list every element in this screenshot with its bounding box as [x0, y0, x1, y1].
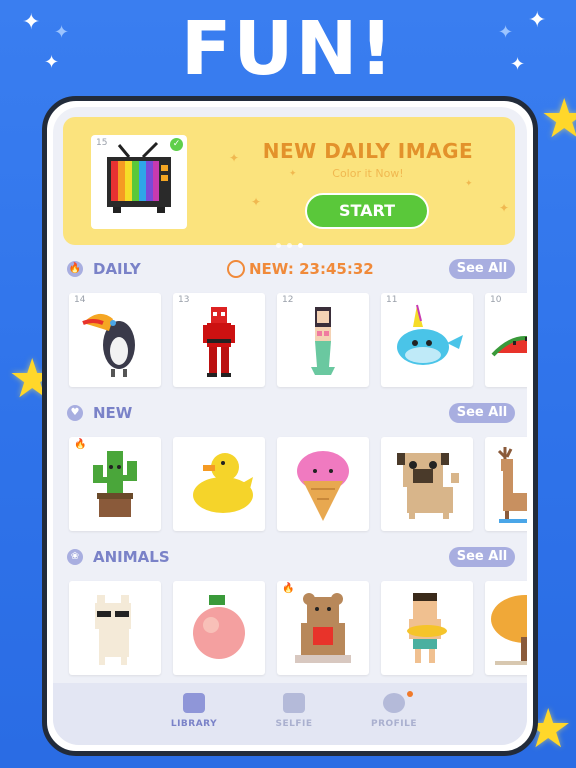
sparkle-icon: ✦ — [54, 22, 70, 43]
cactus-pixel-art — [93, 451, 137, 517]
nav-label: LIBRARY — [170, 719, 218, 729]
image-number: 11 — [386, 295, 398, 305]
nav-selfie[interactable]: SELFIE — [249, 693, 339, 729]
paw-icon: ❀ — [67, 549, 83, 565]
carousel-dot[interactable] — [275, 243, 281, 248]
carousel-dot[interactable] — [286, 243, 292, 248]
sparkle-icon: ✦ — [499, 201, 510, 215]
new-card-pug[interactable] — [381, 437, 473, 531]
sparkle-icon: ✦ — [498, 22, 514, 43]
daily-card-deadpool[interactable]: 13 — [173, 293, 265, 387]
daily-section-header: 🔥 DAILY NEW: 23:45:32 See All — [63, 259, 515, 281]
banner-title: NEW DAILY IMAGE — [262, 139, 474, 163]
start-button[interactable]: START — [305, 193, 429, 229]
nav-library[interactable]: LIBRARY — [149, 693, 239, 729]
image-number: 14 — [74, 295, 86, 305]
new-card-cactus[interactable]: 🔥 — [69, 437, 161, 531]
animals-section-header: ❀ ANIMALS See All — [63, 547, 515, 569]
nav-label: SELFIE — [275, 719, 313, 729]
image-number: 12 — [282, 295, 294, 305]
animals-row[interactable]: 🔥 — [53, 573, 527, 685]
llama-pixel-art — [95, 595, 131, 665]
toucan-pixel-art — [82, 313, 135, 377]
tablet-frame: ✦ ✦ ✦ ✦ ✦ 15 ✓ NEW DAILY IMAGE Color it … — [42, 96, 538, 756]
heart-icon: ♥ — [67, 405, 83, 421]
nav-label: PROFILE — [370, 719, 418, 729]
sparkle-icon: ✦ — [22, 10, 41, 35]
daily-card-watermelon[interactable]: 10 — [485, 293, 527, 387]
daily-image-thumbnail[interactable]: 15 ✓ — [91, 135, 187, 229]
sparkle-icon: ✦ — [510, 54, 526, 75]
camera-icon — [283, 693, 305, 713]
mermaid-pixel-art — [311, 307, 335, 375]
daily-card-mermaid[interactable]: 12 — [277, 293, 369, 387]
new-card-deer[interactable] — [485, 437, 527, 531]
nav-profile[interactable]: PROFILE — [349, 693, 439, 729]
new-card-duck[interactable] — [173, 437, 265, 531]
boy-pixel-art — [407, 593, 447, 663]
flame-icon: 🔥 — [74, 439, 87, 450]
daily-card-toucan[interactable]: 14 — [69, 293, 161, 387]
section-title: NEW — [93, 404, 133, 422]
flame-icon: 🔥 — [67, 261, 83, 277]
carousel-dot[interactable] — [297, 243, 303, 248]
clock-icon — [227, 260, 245, 278]
new-row[interactable]: 🔥 — [53, 429, 527, 541]
see-all-button[interactable]: See All — [449, 259, 515, 279]
teddy-bear-pixel-art — [295, 593, 351, 663]
peach-pixel-art — [193, 595, 245, 659]
deadpool-pixel-art — [203, 307, 235, 377]
tv-pixel-art — [107, 141, 171, 213]
sparkle-icon: ✦ — [528, 8, 547, 33]
duck-pixel-art — [193, 453, 253, 513]
daily-row[interactable]: 14 13 12 11 10 — [53, 285, 527, 397]
daily-card-narwhal[interactable]: 11 — [381, 293, 473, 387]
profile-icon — [383, 693, 405, 713]
flame-icon: 🔥 — [282, 583, 295, 594]
headline: FUN! — [180, 6, 396, 92]
library-icon — [183, 693, 205, 713]
new-section-header: ♥ NEW See All — [63, 403, 515, 425]
watermelon-pixel-art — [491, 336, 527, 357]
image-number: 13 — [178, 295, 190, 305]
notification-dot — [407, 691, 413, 697]
animals-card-boy[interactable] — [381, 581, 473, 675]
section-title: ANIMALS — [93, 548, 170, 566]
carousel-dots[interactable] — [63, 233, 515, 252]
section-title: DAILY — [93, 260, 141, 278]
sparkle-icon: ✦ — [44, 52, 60, 73]
star-icon: ★ — [540, 87, 576, 150]
image-number: 10 — [490, 295, 502, 305]
banner-subtitle: Color it Now! — [332, 167, 404, 180]
daily-timer: NEW: 23:45:32 — [249, 260, 374, 278]
sparkle-icon: ✦ — [251, 195, 262, 209]
animals-card-tree[interactable] — [485, 581, 527, 675]
deer-pixel-art — [497, 447, 527, 523]
new-card-ice-cream[interactable] — [277, 437, 369, 531]
sparkle-icon: ✦ — [229, 151, 240, 165]
bottom-nav: LIBRARY SELFIE PROFILE — [53, 683, 527, 745]
pug-pixel-art — [397, 453, 459, 519]
tree-pixel-art — [491, 595, 527, 665]
daily-image-banner[interactable]: ✦ ✦ ✦ ✦ ✦ 15 ✓ NEW DAILY IMAGE Color it … — [63, 117, 515, 248]
animals-card-peach[interactable] — [173, 581, 265, 675]
sparkle-icon: ✦ — [465, 179, 473, 189]
animals-card-llama[interactable] — [69, 581, 161, 675]
ice-cream-pixel-art — [297, 451, 349, 521]
see-all-button[interactable]: See All — [449, 403, 515, 423]
narwhal-pixel-art — [397, 304, 463, 365]
app-screen: ✦ ✦ ✦ ✦ ✦ 15 ✓ NEW DAILY IMAGE Color it … — [53, 107, 527, 745]
see-all-button[interactable]: See All — [449, 547, 515, 567]
animals-card-teddy-bear[interactable]: 🔥 — [277, 581, 369, 675]
